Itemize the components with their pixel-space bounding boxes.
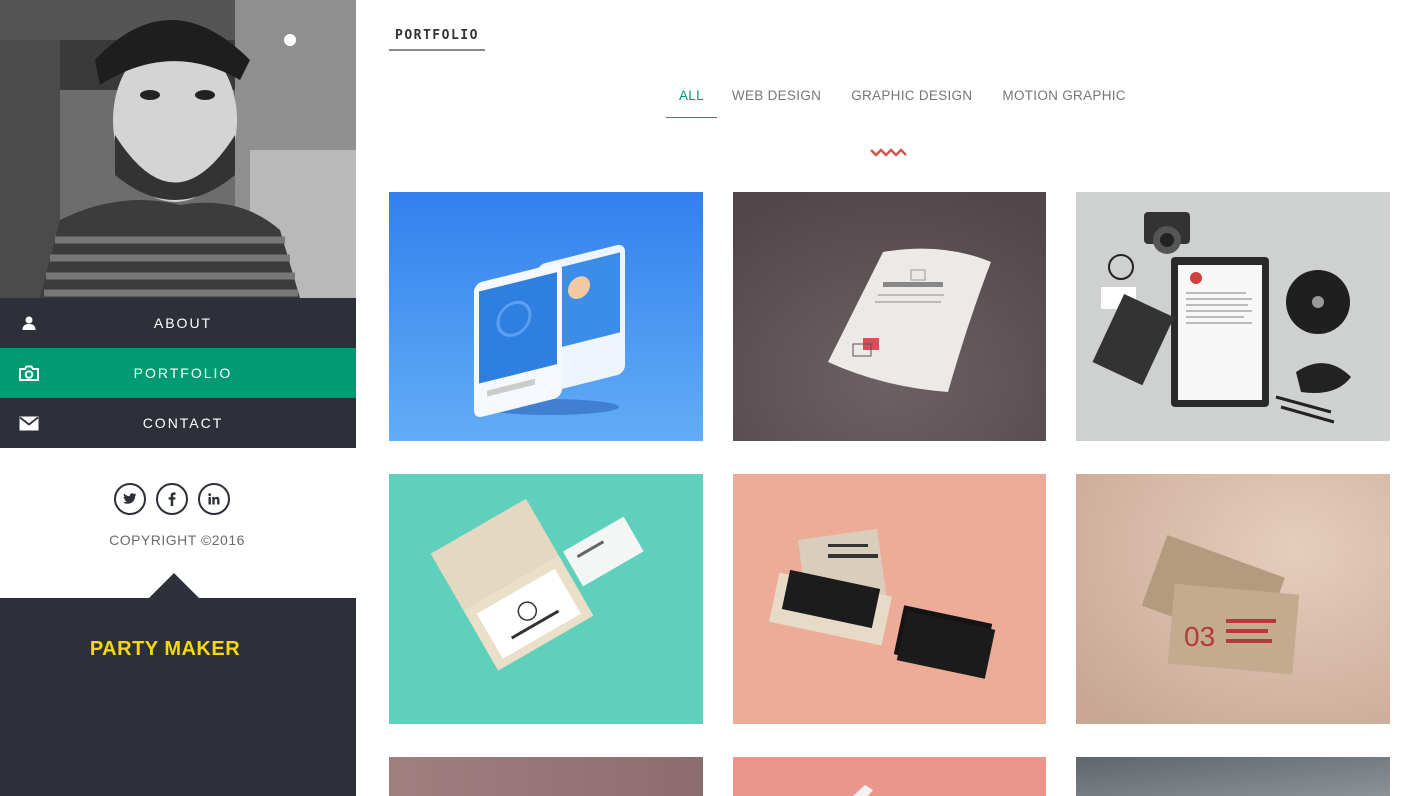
- portfolio-item-app-screens[interactable]: [389, 192, 703, 441]
- svg-text:03: 03: [1184, 621, 1215, 652]
- camera-icon: [18, 363, 40, 383]
- brand-panel: [0, 598, 356, 796]
- portfolio-item-row3-3[interactable]: [1076, 757, 1390, 796]
- facebook-icon[interactable]: [156, 483, 188, 515]
- nav-label-about: ABOUT: [153, 315, 213, 331]
- linkedin-icon[interactable]: [198, 483, 230, 515]
- portfolio-item-stationery[interactable]: [1076, 192, 1390, 441]
- nav-item-portfolio[interactable]: PORTFOLIO: [0, 348, 356, 398]
- portfolio-item-card-box-teal[interactable]: [389, 474, 703, 724]
- sidebar: ABOUT PORTFOLIO CONTACT COPYRIGHT ©2016 …: [0, 0, 356, 796]
- party-pointer: [148, 573, 200, 599]
- social-links: [114, 483, 230, 515]
- nav-label-portfolio: PORTFOLIO: [133, 365, 233, 381]
- nav-label-contact: CONTACT: [142, 415, 224, 431]
- brand-title: PARTY MAKER: [89, 638, 241, 660]
- envelope-icon: [18, 413, 40, 433]
- profile-photo: [0, 0, 356, 298]
- filter-graphic-design[interactable]: GRAPHIC DESIGN: [836, 80, 987, 118]
- filter-web-design[interactable]: WEB DESIGN: [717, 80, 836, 118]
- filter-motion-graphic[interactable]: MOTION GRAPHIC: [987, 80, 1140, 118]
- filter-all[interactable]: ALL: [666, 80, 717, 118]
- portfolio-filters: ALL WEB DESIGN GRAPHIC DESIGN MOTION GRA…: [666, 80, 1141, 118]
- nav-item-contact[interactable]: CONTACT: [0, 398, 356, 448]
- portfolio-item-gravity-paper[interactable]: [733, 192, 1047, 441]
- copyright-text: COPYRIGHT ©2016: [109, 532, 245, 548]
- portfolio-item-darko-card-box[interactable]: [733, 474, 1046, 724]
- zigzag-divider: [870, 148, 907, 157]
- twitter-icon[interactable]: [114, 483, 146, 515]
- portfolio-item-row3-2[interactable]: [733, 757, 1046, 796]
- nav-item-about[interactable]: ABOUT: [0, 298, 356, 348]
- portfolio-item-row3-1[interactable]: [389, 757, 703, 796]
- user-icon: [18, 313, 40, 333]
- portfolio-item-recycled-paper[interactable]: 03: [1076, 474, 1390, 724]
- page-title: PORTFOLIO: [389, 28, 485, 51]
